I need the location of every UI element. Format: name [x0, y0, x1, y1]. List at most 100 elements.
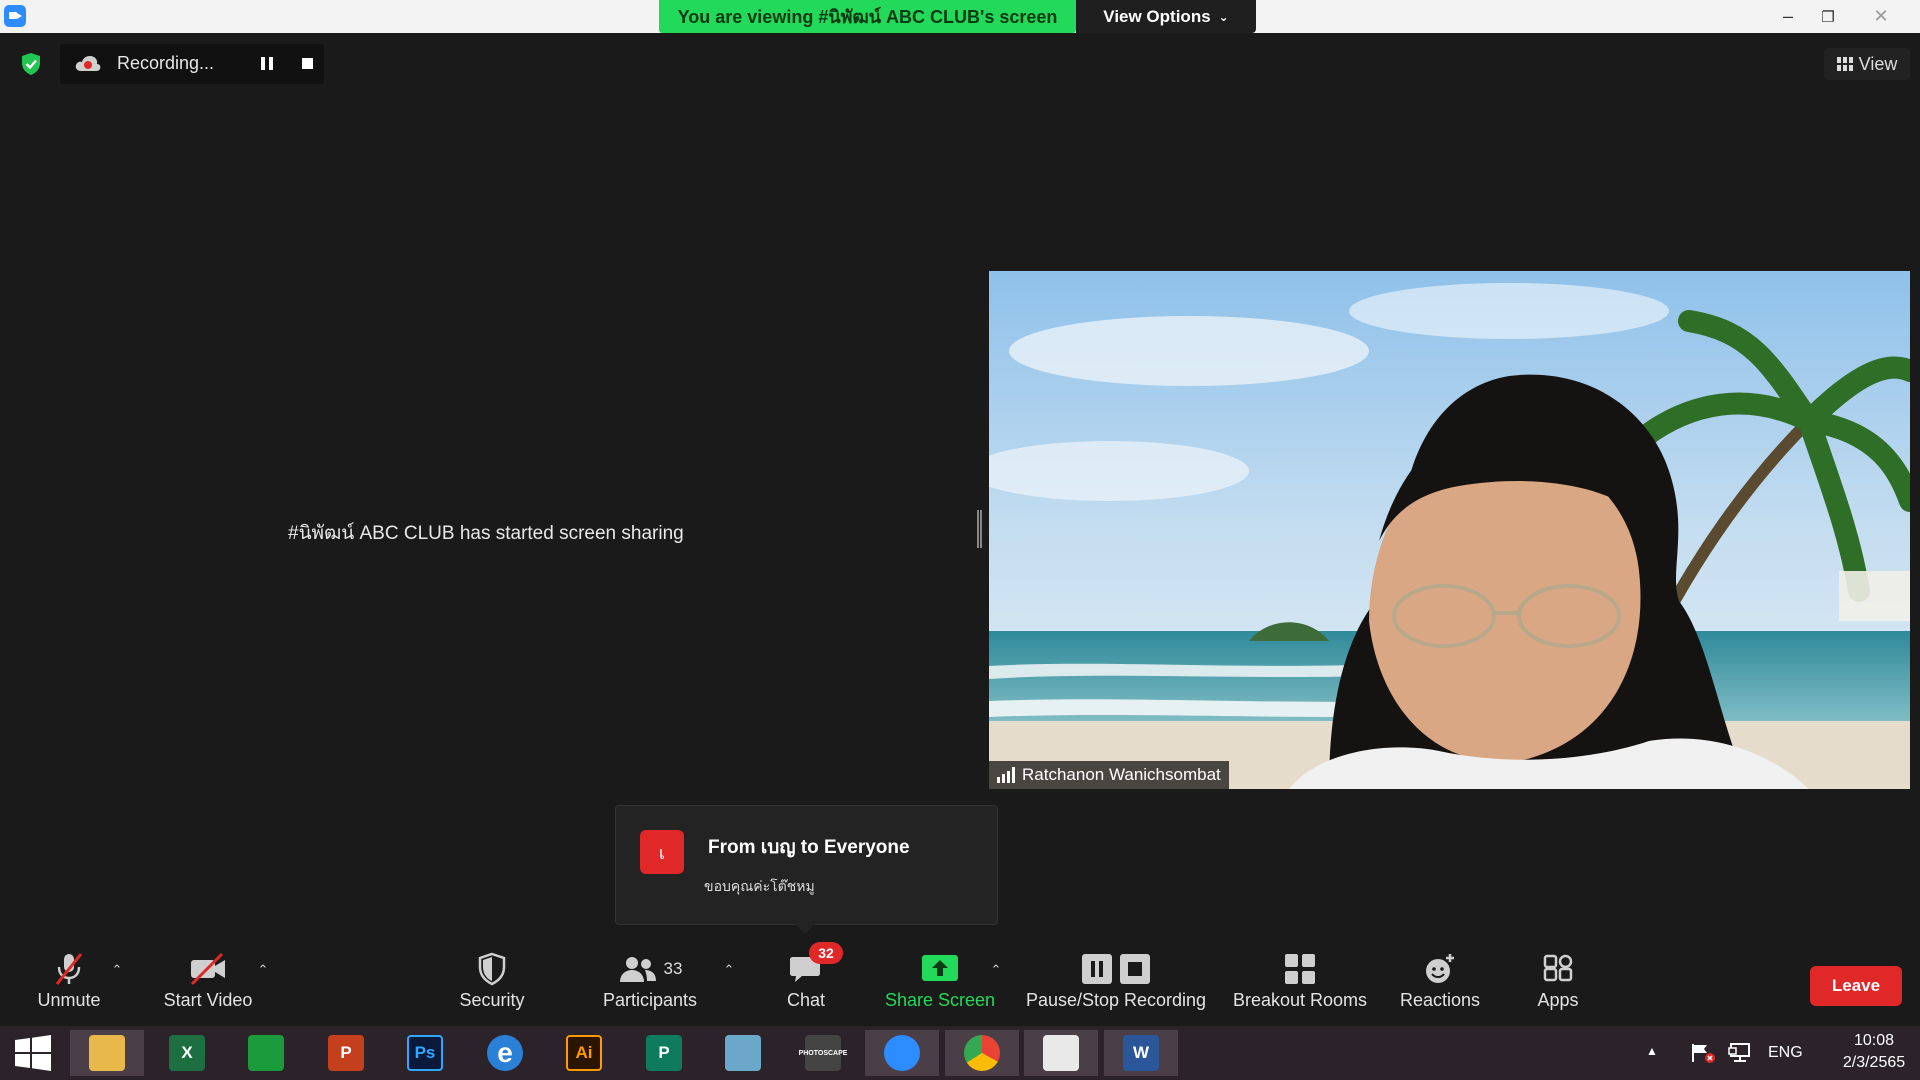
input-language-indicator[interactable]: ENG — [1768, 1044, 1803, 1062]
pause-recording-button[interactable] — [256, 51, 278, 75]
close-button[interactable]: ✕ — [1858, 0, 1904, 33]
viewing-banner: You are viewing #นิพัฒน์ ABC CLUB's scre… — [659, 0, 1076, 33]
breakout-rooms-label: Breakout Rooms — [1232, 990, 1368, 1010]
publisher-icon: P — [646, 1035, 682, 1071]
taskbar-file-explorer-button[interactable] — [70, 1030, 144, 1076]
taskbar-photoshop-button[interactable]: Ps — [388, 1030, 462, 1076]
start-video-label: Start Video — [163, 990, 253, 1010]
participants-options-caret-icon[interactable]: ⌃ — [721, 962, 737, 978]
notepad-icon — [725, 1035, 761, 1071]
participants-count: 33 — [663, 959, 683, 978]
taskbar-chrome-button[interactable] — [945, 1030, 1019, 1076]
photoshop-icon: Ps — [407, 1035, 443, 1071]
restore-button[interactable]: ❐ — [1805, 0, 1851, 33]
chevron-down-icon: ⌄ — [1218, 9, 1229, 24]
share-screen-button[interactable]: Share Screen — [882, 950, 998, 1020]
share-screen-label: Share Screen — [884, 990, 996, 1010]
leave-button[interactable]: Leave — [1810, 966, 1902, 1006]
word-icon-label: W — [1132, 1043, 1150, 1062]
chat-toast-title: From เบญ to Everyone — [708, 837, 910, 858]
store-icon — [248, 1035, 284, 1071]
signal-strength-icon — [997, 767, 1015, 783]
muted-microphone-icon — [55, 953, 83, 985]
unmute-button[interactable]: Unmute — [28, 950, 110, 1020]
security-button[interactable]: Security — [452, 950, 532, 1020]
clock-date: 2/3/2565 — [1842, 1054, 1906, 1071]
chat-unread-badge: 32 — [809, 942, 843, 964]
apps-button[interactable]: Apps — [1530, 950, 1586, 1020]
recording-status: Recording... — [117, 53, 215, 73]
taskbar-illustrator-button[interactable]: Ai — [547, 1030, 621, 1076]
illustrator-icon-label: Ai — [575, 1043, 593, 1062]
taskbar-powerpoint-button[interactable]: P — [309, 1030, 383, 1076]
view-layout-button[interactable]: View — [1824, 48, 1910, 80]
security-label: Security — [459, 990, 525, 1010]
windows-start-button[interactable] — [0, 1030, 66, 1076]
illustrator-icon: Ai — [566, 1035, 602, 1071]
chat-label: Chat — [786, 990, 826, 1010]
powerpoint-icon-label: P — [340, 1043, 352, 1062]
taskbar-photos-button[interactable] — [1024, 1030, 1098, 1076]
taskbar-clock[interactable]: 10:08 2/3/2565 — [1836, 1030, 1912, 1074]
taskbar-publisher-button[interactable]: P — [627, 1030, 701, 1076]
network-icon[interactable] — [1728, 1042, 1752, 1064]
view-options-button[interactable]: View Options ⌄ — [1076, 0, 1256, 33]
participant-video[interactable] — [989, 271, 1910, 789]
participant-name-tag: Ratchanon Wanichsombat — [989, 761, 1229, 789]
reactions-button[interactable]: Reactions — [1394, 950, 1486, 1020]
pause-icon — [1082, 954, 1112, 984]
participants-button[interactable]: 33 Participants — [596, 950, 704, 1020]
pause-stop-recording-button[interactable]: Pause/Stop Recording — [1024, 950, 1208, 1020]
chat-toast-message: ขอบคุณค่ะโต๊ชหมู — [704, 878, 815, 894]
taskbar-word-button[interactable]: W — [1104, 1030, 1178, 1076]
cloud-recording-icon — [75, 56, 101, 71]
apps-icon — [1543, 954, 1573, 982]
internet-explorer-icon-label: e — [497, 1037, 513, 1068]
chat-notification-toast[interactable]: เ From เบญ to Everyone ขอบคุณค่ะโต๊ชหมู — [615, 805, 998, 925]
smiley-add-icon — [1426, 954, 1454, 983]
taskbar-excel-button[interactable]: X — [150, 1030, 224, 1076]
excel-icon-label: X — [181, 1043, 193, 1062]
encryption-shield-icon[interactable] — [20, 52, 42, 76]
taskbar-photoscape-button[interactable]: PHOTOSCAPE — [786, 1030, 860, 1076]
show-hidden-icons-caret-icon[interactable]: ▲ — [1646, 1044, 1658, 1058]
shield-icon — [478, 952, 506, 986]
video-options-caret-icon[interactable]: ⌃ — [255, 962, 271, 978]
share-screen-icon — [922, 955, 958, 981]
file-explorer-icon — [89, 1035, 125, 1071]
stop-recording-button[interactable] — [296, 51, 318, 75]
breakout-rooms-icon — [1285, 954, 1315, 984]
internet-explorer-icon: e — [487, 1035, 523, 1071]
participant-name: Ratchanon Wanichsombat — [1022, 765, 1221, 784]
share-options-caret-icon[interactable]: ⌃ — [988, 962, 1004, 978]
view-label: View — [1858, 53, 1898, 74]
photoscape-icon-label: PHOTOSCAPE — [798, 1049, 848, 1057]
publisher-icon-label: P — [658, 1043, 670, 1062]
taskbar-store-button[interactable] — [229, 1030, 303, 1076]
stop-icon — [1120, 954, 1150, 984]
participants-icon — [619, 957, 656, 982]
taskbar-zoom-button[interactable] — [865, 1030, 939, 1076]
word-icon: W — [1123, 1035, 1159, 1071]
photos-icon — [1043, 1035, 1079, 1071]
chrome-icon — [964, 1035, 1000, 1071]
video-off-icon — [190, 952, 225, 986]
zoom-app-icon — [4, 5, 26, 27]
participants-label: Participants — [602, 990, 698, 1010]
pause-stop-recording-label: Pause/Stop Recording — [1025, 990, 1207, 1010]
windows-logo-icon — [15, 1035, 51, 1071]
panel-splitter-handle[interactable] — [977, 510, 982, 548]
zoom-icon — [884, 1035, 920, 1071]
taskbar-internet-explorer-button[interactable]: e — [468, 1030, 542, 1076]
audio-options-caret-icon[interactable]: ⌃ — [109, 962, 125, 978]
taskbar-notepad-button[interactable] — [706, 1030, 780, 1076]
excel-icon: X — [169, 1035, 205, 1071]
photoscape-icon: PHOTOSCAPE — [799, 1035, 847, 1071]
reactions-label: Reactions — [1399, 990, 1481, 1010]
action-center-flag-icon[interactable] — [1690, 1042, 1716, 1064]
start-video-button[interactable]: Start Video — [156, 950, 260, 1020]
breakout-rooms-button[interactable]: Breakout Rooms — [1230, 950, 1370, 1020]
clock-time: 10:08 — [1853, 1032, 1895, 1049]
chat-button[interactable]: 32 Chat — [776, 942, 843, 1020]
grid-icon — [1836, 57, 1853, 71]
